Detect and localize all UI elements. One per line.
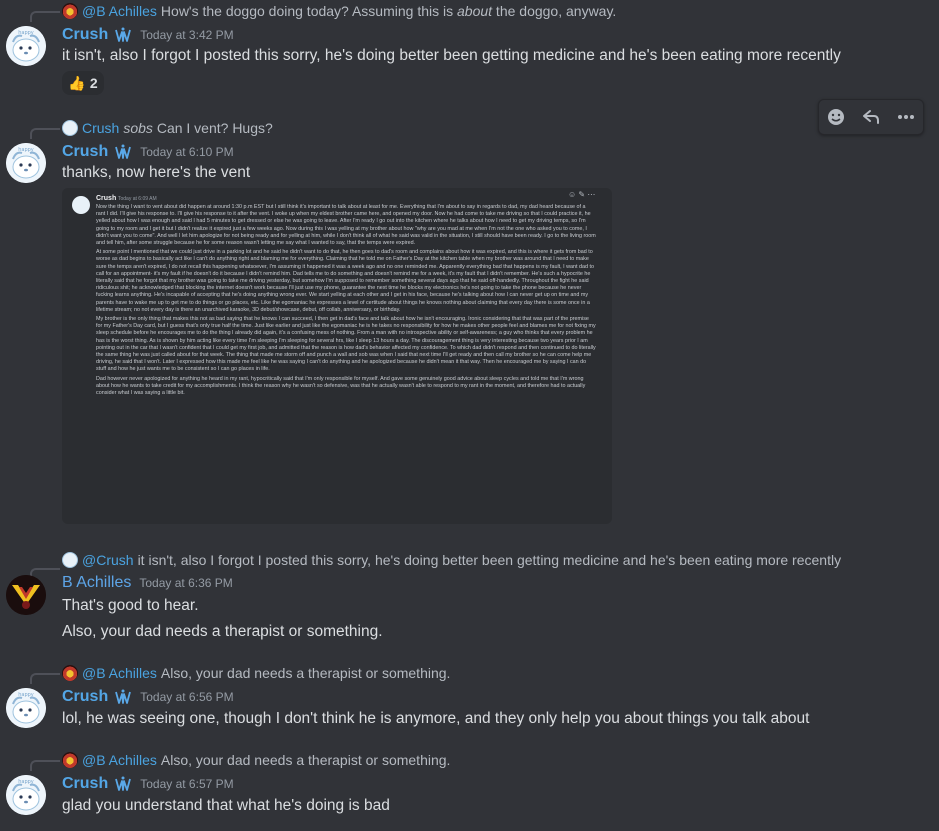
more-icon <box>897 115 914 119</box>
reply-author[interactable]: Crush <box>82 120 119 136</box>
message-action-toolbar <box>818 99 924 135</box>
reply-preview[interactable]: @B Achilles Also, your dad needs a thera… <box>62 665 450 681</box>
timestamp: Today at 6:57 PM <box>140 777 234 791</box>
attachment-toolbar-icon: ☺ ✎ ⋯ <box>568 190 596 199</box>
attachment-paragraph: Dad however never apologized for anythin… <box>96 375 586 397</box>
reply-text: Also, your dad needs a therapist or some… <box>160 752 451 768</box>
attachment-timestamp: Today at 6:09 AM <box>118 196 157 202</box>
message-text: That's good to hear. <box>62 597 199 614</box>
reply-author[interactable]: @B Achilles <box>82 752 157 768</box>
reply-spine <box>30 128 60 139</box>
timestamp: Today at 6:10 PM <box>140 145 234 159</box>
reaction-thumbs-up[interactable]: 👍 2 <box>62 71 104 95</box>
avatar[interactable] <box>6 143 46 183</box>
message-header: Crush Today at 6:10 PM <box>62 143 234 161</box>
attachment-paragraph: Now the thing I want to vent about did h… <box>96 204 596 247</box>
reply-avatar <box>62 3 78 19</box>
avatar[interactable] <box>6 575 46 615</box>
attachment-avatar <box>72 196 90 214</box>
reply-text: How's the doggo doing today? Assuming th… <box>160 3 617 19</box>
message-header: Crush Today at 6:56 PM <box>62 688 234 706</box>
attachment-paragraph: At some point I mentioned that we could … <box>96 249 594 313</box>
role-badge-icon <box>114 688 132 706</box>
reply-author[interactable]: @B Achilles <box>82 3 157 19</box>
message-text: Also, your dad needs a therapist or some… <box>62 623 383 640</box>
avatar[interactable] <box>6 688 46 728</box>
reply-spine <box>30 11 60 22</box>
avatar[interactable] <box>6 775 46 815</box>
add-reaction-button[interactable] <box>822 103 850 131</box>
reply-preview[interactable]: @Crush it isn't, also I forgot I posted … <box>62 552 841 568</box>
message-text: lol, he was seeing one, though I don't t… <box>62 710 810 727</box>
attachment-author: Crush <box>96 195 117 202</box>
timestamp: Today at 6:56 PM <box>140 690 234 704</box>
reaction-count: 2 <box>89 75 98 91</box>
message-header: Crush Today at 3:42 PM <box>62 26 234 44</box>
reply-author[interactable]: @Crush <box>82 552 134 568</box>
message-text: thanks, now here's the vent <box>62 164 251 181</box>
timestamp: Today at 6:36 PM <box>139 576 233 590</box>
message-header: Crush Today at 6:57 PM <box>62 775 234 793</box>
add-reaction-icon <box>828 109 845 125</box>
author-name[interactable]: B Achilles <box>62 574 131 592</box>
message-text: glad you understand that what he's doing… <box>62 797 390 814</box>
role-badge-icon <box>114 775 132 793</box>
reply-author[interactable]: @B Achilles <box>82 665 157 681</box>
timestamp: Today at 3:42 PM <box>140 28 234 42</box>
author-name[interactable]: Crush <box>62 26 108 44</box>
thumbs-up-icon: 👍 <box>68 74 86 91</box>
reply-button[interactable] <box>857 103 885 131</box>
reply-avatar <box>62 552 78 568</box>
reply-icon <box>862 110 879 124</box>
author-name[interactable]: Crush <box>62 688 108 706</box>
reply-preview[interactable]: @B Achilles How's the doggo doing today?… <box>62 3 616 19</box>
more-button[interactable] <box>892 103 920 131</box>
reply-spine <box>30 673 60 684</box>
attachment-text: Now the thing I want to vent about did h… <box>96 204 596 399</box>
reply-spine <box>30 760 60 771</box>
reply-text: it isn't, also I forgot I posted this so… <box>137 552 842 568</box>
reply-text: sobs Can I vent? Hugs? <box>123 120 273 136</box>
reply-avatar <box>62 120 78 136</box>
image-attachment[interactable]: Crush Today at 6:09 AM ☺ ✎ ⋯ Now the thi… <box>62 188 612 524</box>
reply-text: Also, your dad needs a therapist or some… <box>160 665 451 681</box>
author-name[interactable]: Crush <box>62 143 108 161</box>
author-name[interactable]: Crush <box>62 775 108 793</box>
message-text: it isn't, also I forgot I posted this so… <box>62 47 841 64</box>
reply-preview[interactable]: Crush sobs Can I vent? Hugs? <box>62 120 273 136</box>
role-badge-icon <box>114 26 132 44</box>
avatar[interactable] <box>6 26 46 66</box>
attachment-paragraph: My brother is the only thing that makes … <box>96 316 596 373</box>
reply-avatar <box>62 752 78 768</box>
reply-avatar <box>62 665 78 681</box>
role-badge-icon <box>114 143 132 161</box>
message-header: B Achilles Today at 6:36 PM <box>62 574 233 592</box>
reply-preview[interactable]: @B Achilles Also, your dad needs a thera… <box>62 752 450 768</box>
